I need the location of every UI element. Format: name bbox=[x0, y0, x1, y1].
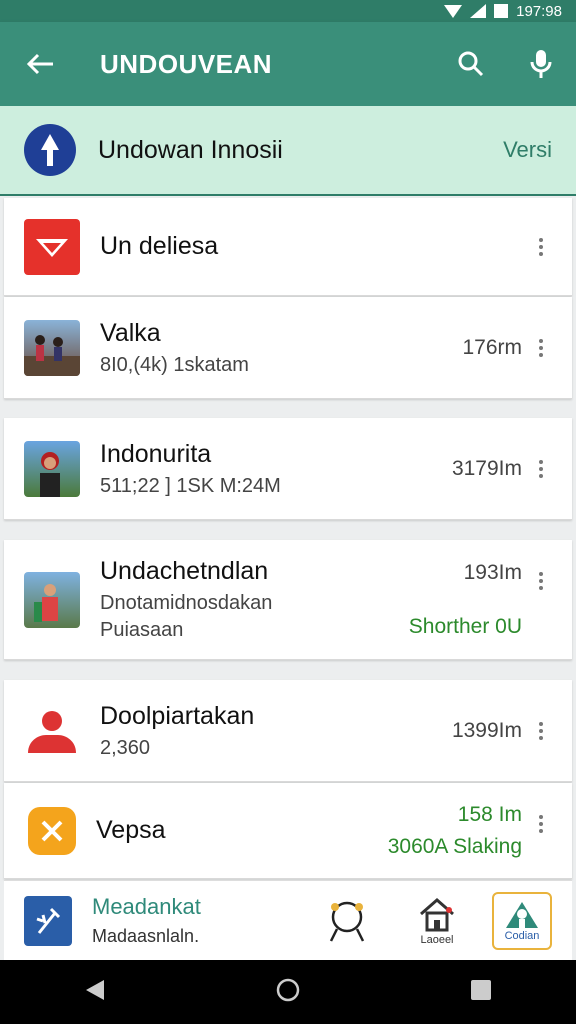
item-title: Indonurita bbox=[100, 439, 212, 468]
circle-home-icon bbox=[276, 978, 300, 1001]
nav-account[interactable]: Meadankat Madaasnlaln. bbox=[72, 894, 302, 947]
app-bar: UNDOUVEAN bbox=[0, 22, 576, 106]
search-button[interactable] bbox=[436, 50, 506, 78]
item-distance: 1399Im bbox=[451, 718, 522, 742]
rocket-icon bbox=[41, 134, 59, 166]
nav-home-button[interactable] bbox=[275, 977, 301, 1008]
item-title: Vepsa bbox=[96, 816, 166, 844]
item-status: Shorther 0U bbox=[408, 614, 522, 638]
item-distance: 3179Im bbox=[451, 456, 522, 480]
item-title: Valka bbox=[100, 318, 161, 347]
item-title: Un deliesa bbox=[100, 232, 219, 260]
item-distance: 176rm bbox=[462, 335, 522, 359]
nav-recents-button[interactable] bbox=[470, 979, 492, 1006]
nav-home[interactable]: Laoeel bbox=[392, 896, 482, 946]
bottom-navigation: Meadankat Madaasnlaln. Laoeel Codian bbox=[4, 880, 572, 960]
item-subtitle: 511;22 ] 1SK M:24M bbox=[100, 474, 281, 497]
signal-icon bbox=[470, 4, 487, 18]
list-item[interactable]: Valka 8I0,(4k) 1skatam 176rm bbox=[4, 297, 572, 399]
app-logo bbox=[24, 124, 76, 176]
wifi-icon bbox=[444, 4, 463, 18]
item-thumbnail bbox=[24, 440, 80, 497]
item-title: Undachetndlan bbox=[100, 557, 269, 585]
item-thumbnail bbox=[24, 319, 80, 376]
item-title: Doolpiartakan bbox=[100, 701, 255, 730]
more-options-icon[interactable] bbox=[530, 459, 552, 478]
microphone-icon bbox=[530, 50, 552, 78]
item-subtitle: 2,360 bbox=[100, 736, 151, 759]
arrow-left-icon bbox=[26, 53, 53, 75]
home-icon bbox=[420, 897, 454, 931]
list-item[interactable]: Indonurita 511;22 ] 1SK M:24M 3179Im bbox=[4, 418, 572, 520]
item-thumbnail bbox=[24, 571, 80, 628]
voice-button[interactable] bbox=[506, 48, 576, 80]
item-subtitle: Dnotamidnosdakan bbox=[100, 592, 273, 614]
triangle-back-icon bbox=[86, 979, 105, 1000]
tools-icon[interactable] bbox=[24, 895, 72, 946]
back-button[interactable] bbox=[0, 52, 80, 76]
app-logo-icon bbox=[24, 218, 80, 275]
more-options-icon[interactable] bbox=[530, 338, 552, 357]
battery-icon bbox=[494, 4, 509, 18]
list-item[interactable]: Doolpiartakan 2,360 1399Im bbox=[4, 680, 572, 782]
item-status: 3060A Slaking bbox=[387, 834, 522, 858]
nav-title: Meadankat bbox=[92, 894, 201, 919]
more-options-icon[interactable] bbox=[530, 237, 552, 256]
nav-active-label: Codian bbox=[504, 929, 540, 942]
banner-version[interactable]: Versi bbox=[503, 137, 552, 163]
item-distance: 158 Im bbox=[457, 802, 522, 826]
item-subtitle: 8I0,(4k) 1skatam bbox=[100, 353, 249, 376]
users-icon bbox=[24, 703, 80, 759]
list-item[interactable]: Vepsa 158 Im 3060A Slaking bbox=[4, 783, 572, 879]
nav-home-label: Laoeel bbox=[420, 933, 454, 946]
banner-app-name: Undowan Innosii bbox=[98, 135, 283, 164]
status-bar: 197:98 bbox=[0, 0, 576, 22]
tent-icon bbox=[506, 901, 538, 928]
more-options-icon[interactable] bbox=[530, 815, 552, 833]
nav-search[interactable] bbox=[302, 899, 392, 943]
list-item[interactable]: Un deliesa bbox=[4, 198, 572, 296]
page-title: UNDOUVEAN bbox=[100, 48, 273, 79]
more-options-icon[interactable] bbox=[530, 572, 552, 590]
search-icon bbox=[329, 901, 365, 942]
item-subtitle-2: Puiasaan bbox=[100, 619, 184, 641]
nav-back-button[interactable] bbox=[84, 978, 106, 1007]
square-recents-icon bbox=[470, 979, 491, 1000]
close-badge-icon bbox=[28, 806, 76, 855]
more-options-icon[interactable] bbox=[530, 721, 552, 740]
nav-active-tab[interactable]: Codian bbox=[492, 891, 552, 950]
status-time: 197:98 bbox=[516, 2, 562, 20]
item-distance: 193Im bbox=[463, 560, 522, 584]
app-banner[interactable]: Undowan Innosii Versi bbox=[0, 106, 576, 196]
nav-subtitle: Madaasnlaln. bbox=[92, 926, 200, 946]
search-icon bbox=[458, 51, 484, 77]
system-navigation-bar bbox=[0, 960, 576, 1024]
list-item[interactable]: Undachetndlan Dnotamidnosdakan Puiasaan … bbox=[4, 540, 572, 660]
